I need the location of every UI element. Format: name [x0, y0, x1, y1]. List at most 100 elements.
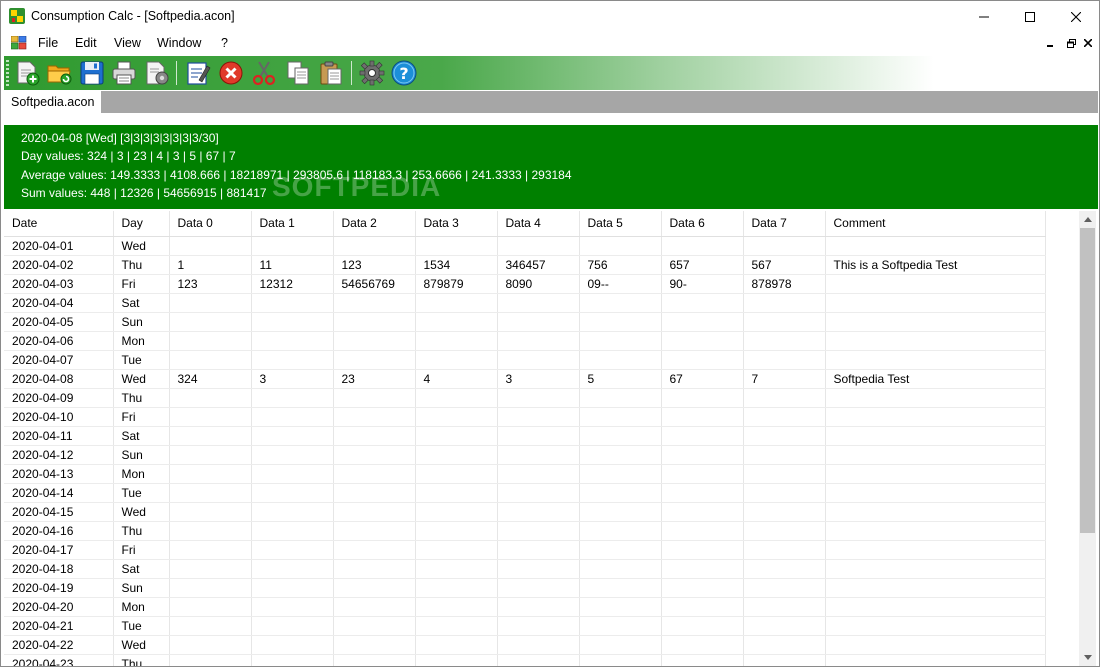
table-cell[interactable]: [333, 483, 416, 503]
table-row[interactable]: 2020-04-16 Thu: [4, 521, 1046, 541]
table-cell[interactable]: [169, 236, 252, 256]
table-row[interactable]: 2020-04-07 Tue: [4, 350, 1046, 370]
table-cell[interactable]: [169, 654, 252, 666]
table-cell[interactable]: [415, 388, 498, 408]
table-cell[interactable]: [251, 559, 334, 579]
table-cell[interactable]: 09--: [579, 274, 662, 294]
table-cell[interactable]: 5: [579, 369, 662, 389]
table-cell[interactable]: [743, 578, 826, 598]
table-cell[interactable]: [333, 312, 416, 332]
table-row[interactable]: 2020-04-14 Tue: [4, 483, 1046, 503]
scroll-down-button[interactable]: [1079, 649, 1096, 666]
table-cell[interactable]: [743, 483, 826, 503]
maximize-button[interactable]: [1007, 1, 1053, 32]
table-cell[interactable]: Mon: [113, 464, 170, 484]
menu-edit[interactable]: Edit: [75, 36, 97, 50]
table-cell[interactable]: 2020-04-23: [4, 654, 114, 666]
table-row[interactable]: 2020-04-23 Thu: [4, 654, 1046, 666]
table-cell[interactable]: [825, 445, 1046, 465]
table-cell[interactable]: 2020-04-20: [4, 597, 114, 617]
table-cell[interactable]: 8090: [497, 274, 580, 294]
column-header-data-5[interactable]: Data 5: [579, 211, 662, 237]
table-cell[interactable]: Wed: [113, 236, 170, 256]
table-cell[interactable]: [579, 521, 662, 541]
table-cell[interactable]: Mon: [113, 331, 170, 351]
table-cell[interactable]: 2020-04-19: [4, 578, 114, 598]
table-cell[interactable]: [825, 654, 1046, 666]
table-cell[interactable]: [825, 578, 1046, 598]
table-cell[interactable]: 657: [661, 255, 744, 275]
table-cell[interactable]: [825, 559, 1046, 579]
table-cell[interactable]: [333, 521, 416, 541]
table-row[interactable]: 2020-04-19 Sun: [4, 578, 1046, 598]
menu-window[interactable]: Window: [157, 36, 201, 50]
table-cell[interactable]: [661, 654, 744, 666]
table-cell[interactable]: [333, 293, 416, 313]
table-row[interactable]: 2020-04-18 Sat: [4, 559, 1046, 579]
table-cell[interactable]: [333, 407, 416, 427]
table-cell[interactable]: [743, 597, 826, 617]
document-close-button[interactable]: [1080, 35, 1096, 51]
table-cell[interactable]: 2020-04-06: [4, 331, 114, 351]
table-cell[interactable]: [251, 407, 334, 427]
table-cell[interactable]: [579, 635, 662, 655]
table-cell[interactable]: [661, 616, 744, 636]
table-cell[interactable]: [415, 559, 498, 579]
table-cell[interactable]: [743, 616, 826, 636]
table-row[interactable]: 2020-04-13 Mon: [4, 464, 1046, 484]
table-row[interactable]: 2020-04-22 Wed: [4, 635, 1046, 655]
table-cell[interactable]: 3: [251, 369, 334, 389]
table-cell[interactable]: 879879: [415, 274, 498, 294]
new-button[interactable]: [13, 59, 41, 87]
table-cell[interactable]: [169, 502, 252, 522]
table-cell[interactable]: [497, 483, 580, 503]
table-cell[interactable]: [825, 502, 1046, 522]
column-header-data-2[interactable]: Data 2: [333, 211, 416, 237]
table-cell[interactable]: [333, 540, 416, 560]
paste-button[interactable]: [317, 59, 345, 87]
table-cell[interactable]: [169, 426, 252, 446]
table-cell[interactable]: [497, 388, 580, 408]
scroll-up-button[interactable]: [1079, 211, 1096, 228]
table-cell[interactable]: 756: [579, 255, 662, 275]
table-cell[interactable]: [251, 654, 334, 666]
table-cell[interactable]: 7: [743, 369, 826, 389]
table-cell[interactable]: [497, 521, 580, 541]
table-cell[interactable]: [251, 502, 334, 522]
menu-file[interactable]: File: [38, 36, 58, 50]
table-cell[interactable]: 2020-04-03: [4, 274, 114, 294]
table-cell[interactable]: [743, 521, 826, 541]
table-cell[interactable]: [825, 350, 1046, 370]
table-cell[interactable]: [661, 350, 744, 370]
table-cell[interactable]: [661, 540, 744, 560]
table-cell[interactable]: [169, 407, 252, 427]
table-cell[interactable]: Thu: [113, 654, 170, 666]
table-cell[interactable]: [169, 464, 252, 484]
table-cell[interactable]: 2020-04-16: [4, 521, 114, 541]
table-cell[interactable]: 11: [251, 255, 334, 275]
table-cell[interactable]: [579, 559, 662, 579]
table-cell[interactable]: [415, 312, 498, 332]
table-cell[interactable]: 2020-04-09: [4, 388, 114, 408]
close-button[interactable]: [1053, 1, 1099, 32]
table-cell[interactable]: 2020-04-07: [4, 350, 114, 370]
table-cell[interactable]: [825, 426, 1046, 446]
table-cell[interactable]: [825, 540, 1046, 560]
table-cell[interactable]: [825, 331, 1046, 351]
table-cell[interactable]: Sun: [113, 445, 170, 465]
table-cell[interactable]: 90-: [661, 274, 744, 294]
table-cell[interactable]: [661, 635, 744, 655]
table-cell[interactable]: [169, 350, 252, 370]
table-cell[interactable]: Fri: [113, 274, 170, 294]
table-cell[interactable]: [169, 540, 252, 560]
table-cell[interactable]: [825, 521, 1046, 541]
table-cell[interactable]: 54656769: [333, 274, 416, 294]
table-cell[interactable]: [661, 293, 744, 313]
table-cell[interactable]: [251, 635, 334, 655]
table-cell[interactable]: [661, 597, 744, 617]
table-cell[interactable]: [415, 483, 498, 503]
table-cell[interactable]: [251, 445, 334, 465]
column-header-date[interactable]: Date: [4, 211, 114, 237]
page-setup-button[interactable]: [143, 59, 171, 87]
table-cell[interactable]: [825, 597, 1046, 617]
